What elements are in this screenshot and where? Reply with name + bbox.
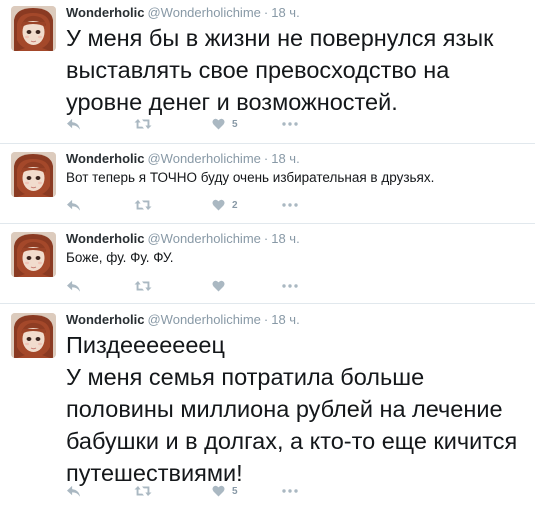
retweet-icon [134, 484, 152, 498]
avatar[interactable] [11, 152, 56, 197]
tweet-actions [66, 277, 306, 295]
heart-icon [212, 199, 225, 211]
retweet-button[interactable] [134, 482, 159, 500]
avatar[interactable] [11, 232, 56, 277]
retweet-button[interactable] [134, 196, 159, 214]
more-icon [282, 489, 298, 493]
retweet-icon [134, 198, 152, 212]
separator: · [263, 231, 269, 246]
display-name[interactable]: Wonderholic [66, 151, 144, 166]
retweet-icon [134, 279, 152, 293]
like-count: 2 [232, 199, 238, 211]
reply-icon [66, 485, 81, 498]
retweet-button[interactable] [134, 277, 159, 295]
like-button[interactable]: 2 [212, 196, 238, 214]
separator: · [263, 312, 269, 327]
avatar[interactable] [11, 6, 56, 51]
tweet-text: Вот теперь я ТОЧНО буду очень избиратель… [66, 170, 435, 185]
more-button[interactable] [282, 277, 298, 295]
reply-button[interactable] [66, 196, 81, 214]
reply-icon [66, 280, 81, 293]
separator: · [263, 151, 269, 166]
tweet[interactable]: Wonderholic @Wonderholichime · 18 ч. Пиздее… [0, 304, 535, 505]
more-button[interactable] [282, 482, 298, 500]
heart-icon [212, 280, 225, 292]
reply-button[interactable] [66, 277, 81, 295]
tweet[interactable]: Wonderholic @Wonderholichime · 18 ч. У меня… [0, 0, 535, 144]
more-icon [282, 122, 298, 126]
avatar[interactable] [11, 313, 56, 358]
timestamp[interactable]: 18 ч. [271, 151, 299, 166]
display-name[interactable]: Wonderholic [66, 231, 144, 246]
more-button[interactable] [282, 196, 298, 214]
username[interactable]: @Wonderholichime [147, 231, 260, 246]
more-icon [282, 203, 298, 207]
tweet-header: Wonderholic @Wonderholichime · 18 ч. [66, 231, 300, 247]
separator: · [263, 5, 269, 20]
more-icon [282, 284, 298, 288]
tweet-actions: 2 [66, 196, 306, 214]
tweet-header: Wonderholic @Wonderholichime · 18 ч. [66, 312, 300, 328]
tweet-actions: 5 [66, 115, 306, 133]
more-button[interactable] [282, 115, 298, 133]
username[interactable]: @Wonderholichime [147, 5, 260, 20]
tweet-text: У меня бы в жизни не повернулся язык выс… [66, 25, 500, 115]
like-button[interactable] [212, 277, 232, 295]
heart-icon [212, 118, 225, 130]
tweet-header: Wonderholic @Wonderholichime · 18 ч. [66, 151, 300, 167]
tweet-actions: 5 [66, 482, 306, 500]
heart-icon [212, 485, 225, 497]
display-name[interactable]: Wonderholic [66, 5, 144, 20]
timestamp[interactable]: 18 ч. [271, 231, 299, 246]
timestamp[interactable]: 18 ч. [271, 5, 299, 20]
reply-icon [66, 118, 81, 131]
username[interactable]: @Wonderholichime [147, 151, 260, 166]
like-button[interactable]: 5 [212, 482, 238, 500]
retweet-icon [134, 117, 152, 131]
like-button[interactable]: 5 [212, 115, 238, 133]
timeline: Wonderholic @Wonderholichime · 18 ч. У меня… [0, 0, 535, 505]
tweet-text: Пиздееееееец У меня семья потратила боль… [66, 332, 518, 486]
tweet-text: Боже, фу. Фу. ФУ. [66, 250, 174, 265]
reply-icon [66, 199, 81, 212]
tweet[interactable]: Wonderholic @Wonderholichime · 18 ч. Вот те… [0, 144, 535, 224]
like-count: 5 [232, 485, 238, 497]
retweet-button[interactable] [134, 115, 159, 133]
display-name[interactable]: Wonderholic [66, 312, 144, 327]
like-count: 5 [232, 118, 238, 130]
tweet[interactable]: Wonderholic @Wonderholichime · 18 ч. Боже, … [0, 224, 535, 304]
timestamp[interactable]: 18 ч. [271, 312, 299, 327]
tweet-header: Wonderholic @Wonderholichime · 18 ч. [66, 5, 300, 21]
reply-button[interactable] [66, 115, 81, 133]
reply-button[interactable] [66, 482, 81, 500]
username[interactable]: @Wonderholichime [147, 312, 260, 327]
